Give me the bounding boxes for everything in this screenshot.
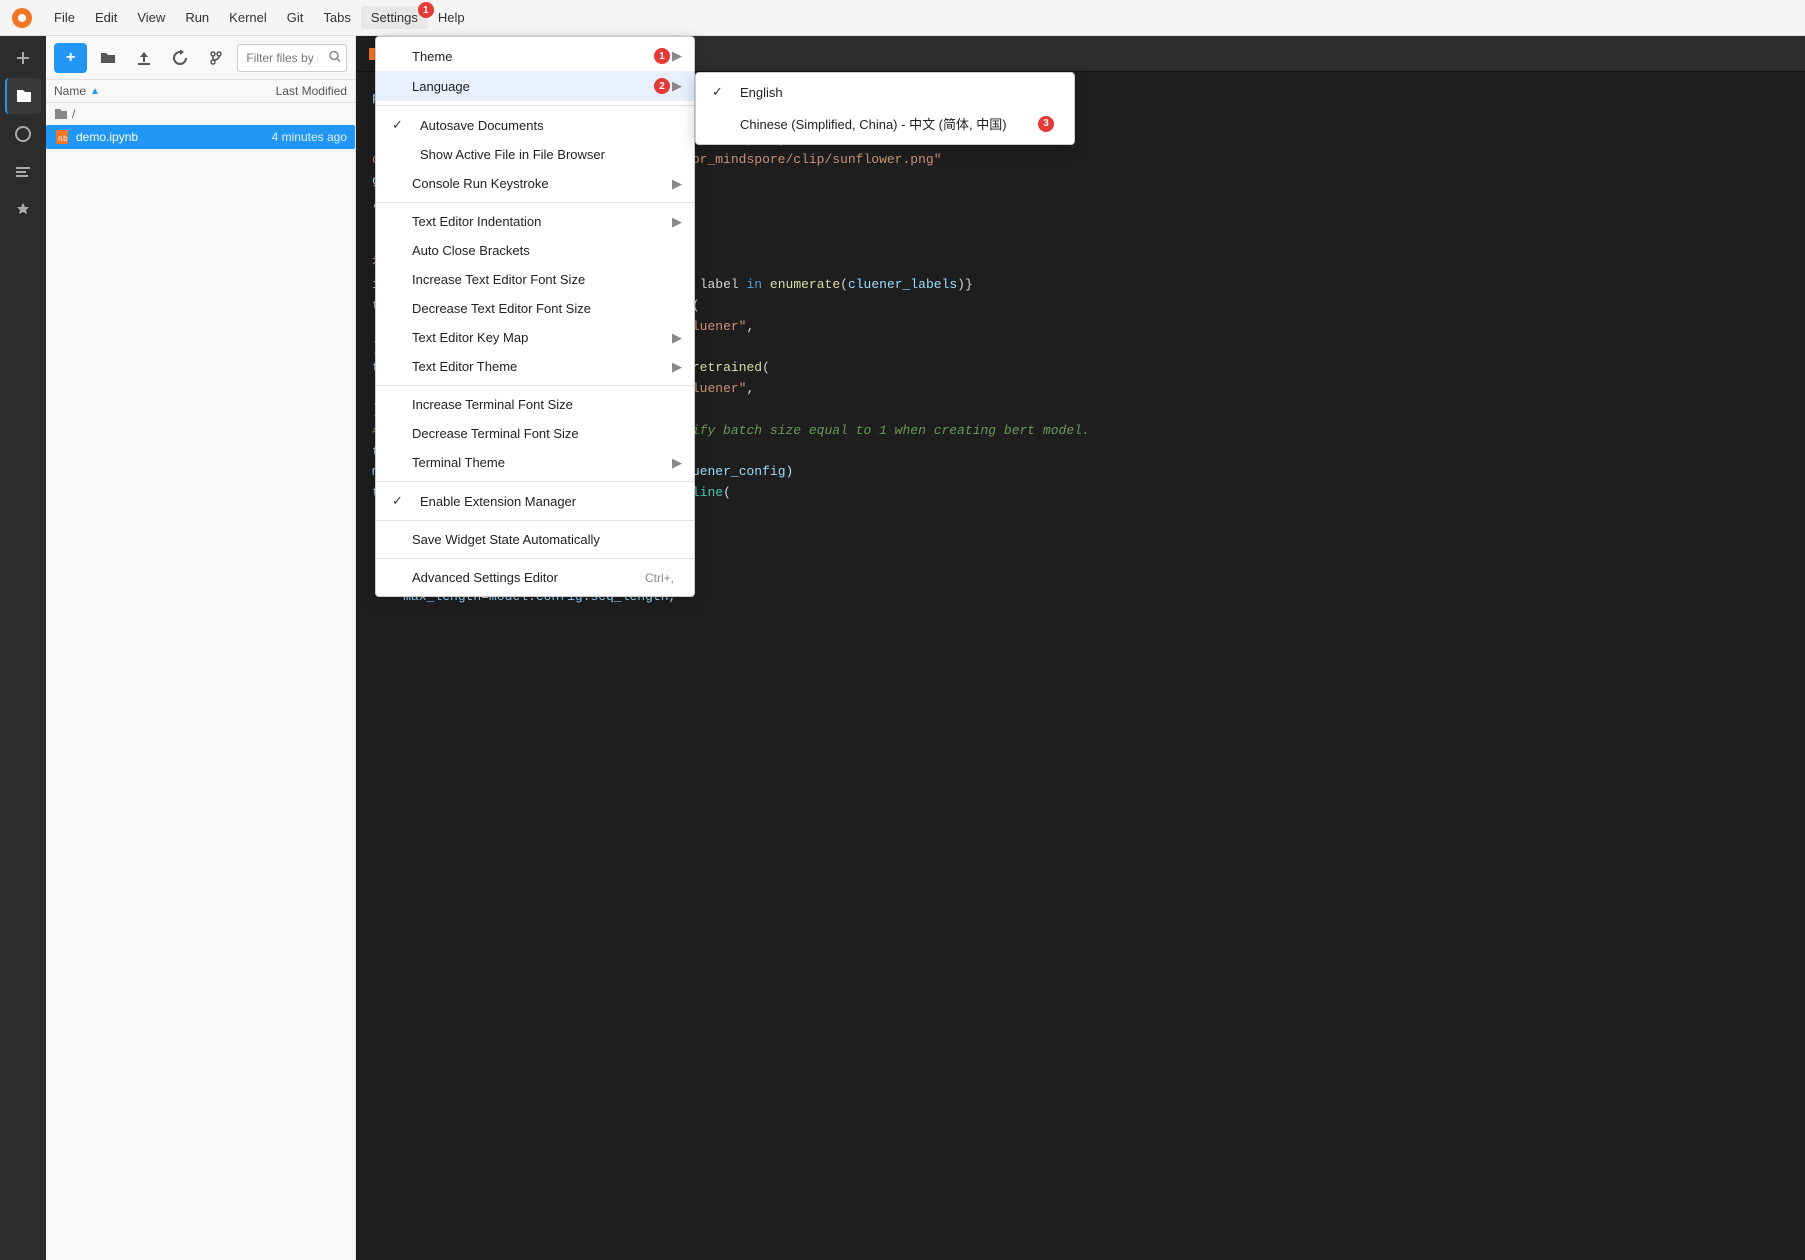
separator-3 bbox=[376, 385, 694, 386]
col-modified-header[interactable]: Last Modified bbox=[217, 84, 347, 98]
filter-wrapper bbox=[237, 44, 347, 72]
menu-tabs[interactable]: Tabs bbox=[313, 6, 360, 29]
menu-item-language[interactable]: Language 2 ▶ bbox=[376, 71, 694, 101]
menu-item-terminal-theme[interactable]: Terminal Theme ▶ bbox=[376, 448, 694, 477]
new-launcher-button[interactable]: + bbox=[54, 43, 87, 73]
text-theme-arrow: ▶ bbox=[672, 359, 682, 375]
menu-item-extension-mgr[interactable]: ✓ Enable Extension Manager bbox=[376, 486, 694, 516]
separator-1 bbox=[376, 105, 694, 106]
menu-file[interactable]: File bbox=[44, 6, 85, 29]
console-run-arrow: ▶ bbox=[672, 176, 682, 192]
autosave-check: ✓ bbox=[392, 117, 412, 133]
file-table-header: Name ▲ Last Modified bbox=[46, 80, 355, 103]
menu-item-text-theme[interactable]: Text Editor Theme ▶ bbox=[376, 352, 694, 381]
separator-2 bbox=[376, 202, 694, 203]
menu-help[interactable]: Help bbox=[428, 6, 475, 29]
separator-4 bbox=[376, 481, 694, 482]
sidebar: + bbox=[46, 36, 356, 1260]
menu-view[interactable]: View bbox=[127, 6, 175, 29]
filter-input[interactable] bbox=[237, 44, 347, 72]
app-shell: File Edit View Run Kernel Git Tabs Setti… bbox=[0, 0, 1805, 1260]
language-arrow: ▶ bbox=[672, 78, 682, 94]
theme-badge: 1 bbox=[654, 48, 670, 64]
menu-item-increase-editor[interactable]: Increase Text Editor Font Size bbox=[376, 265, 694, 294]
icon-running[interactable] bbox=[5, 116, 41, 152]
menu-item-console-run[interactable]: Console Run Keystroke ▶ bbox=[376, 169, 694, 198]
menu-item-decrease-terminal[interactable]: Decrease Terminal Font Size bbox=[376, 419, 694, 448]
menu-item-increase-terminal[interactable]: Increase Terminal Font Size bbox=[376, 390, 694, 419]
menu-item-advanced[interactable]: Advanced Settings Editor Ctrl+, bbox=[376, 563, 694, 592]
settings-badge: 1 bbox=[418, 2, 434, 18]
upload-button[interactable] bbox=[129, 43, 159, 73]
icon-new-launcher[interactable] bbox=[5, 40, 41, 76]
lang-item-chinese[interactable]: Chinese (Simplified, China) - 中文 (简体, 中国… bbox=[696, 107, 1074, 140]
file-path: / bbox=[46, 103, 355, 125]
theme-arrow: ▶ bbox=[672, 48, 682, 64]
menu-edit[interactable]: Edit bbox=[85, 6, 127, 29]
text-indent-arrow: ▶ bbox=[672, 214, 682, 230]
menu-item-autosave[interactable]: ✓ Autosave Documents bbox=[376, 110, 694, 140]
menu-item-key-map[interactable]: Text Editor Key Map ▶ bbox=[376, 323, 694, 352]
language-submenu: ✓ English Chinese (Simplified, China) - … bbox=[695, 72, 1075, 145]
menu-item-decrease-editor[interactable]: Decrease Text Editor Font Size bbox=[376, 294, 694, 323]
icon-commands[interactable] bbox=[5, 154, 41, 190]
menu-item-theme[interactable]: Theme 1 ▶ bbox=[376, 41, 694, 71]
menu-settings[interactable]: Settings 1 bbox=[361, 6, 428, 29]
separator-6 bbox=[376, 558, 694, 559]
menu-run[interactable]: Run bbox=[175, 6, 219, 29]
menu-kernel[interactable]: Kernel bbox=[219, 6, 277, 29]
extension-check: ✓ bbox=[392, 493, 412, 509]
menu-item-auto-close[interactable]: Auto Close Brackets bbox=[376, 236, 694, 265]
separator-5 bbox=[376, 520, 694, 521]
sidebar-toolbar: + bbox=[46, 36, 355, 80]
svg-text:nb: nb bbox=[58, 134, 68, 143]
refresh-button[interactable] bbox=[165, 43, 195, 73]
notebook-icon: nb bbox=[54, 129, 70, 145]
menu-item-text-indent[interactable]: Text Editor Indentation ▶ bbox=[376, 207, 694, 236]
menu-bar: File Edit View Run Kernel Git Tabs Setti… bbox=[0, 0, 1805, 36]
col-name-header[interactable]: Name ▲ bbox=[54, 84, 217, 98]
menu-git[interactable]: Git bbox=[277, 6, 314, 29]
menu-item-save-widget[interactable]: Save Widget State Automatically bbox=[376, 525, 694, 554]
chinese-badge: 3 bbox=[1038, 116, 1054, 132]
main-layout: + bbox=[0, 36, 1805, 1260]
key-map-arrow: ▶ bbox=[672, 330, 682, 346]
menu-item-show-active[interactable]: Show Active File in File Browser bbox=[376, 140, 694, 169]
file-row[interactable]: nb demo.ipynb 4 minutes ago bbox=[46, 125, 355, 149]
icon-extension[interactable] bbox=[5, 192, 41, 228]
english-check: ✓ bbox=[712, 84, 732, 100]
language-badge: 2 bbox=[654, 78, 670, 94]
settings-dropdown: Theme 1 ▶ Language 2 ▶ ✓ Autosave Docume… bbox=[375, 36, 695, 597]
app-logo bbox=[8, 4, 36, 32]
open-folder-button[interactable] bbox=[93, 43, 123, 73]
lang-item-english[interactable]: ✓ English bbox=[696, 77, 1074, 107]
git-button[interactable] bbox=[201, 43, 231, 73]
icon-file-browser[interactable] bbox=[5, 78, 41, 114]
chinese-check bbox=[712, 116, 732, 131]
show-active-check bbox=[392, 147, 412, 162]
terminal-theme-arrow: ▶ bbox=[672, 455, 682, 471]
icon-bar bbox=[0, 36, 46, 1260]
